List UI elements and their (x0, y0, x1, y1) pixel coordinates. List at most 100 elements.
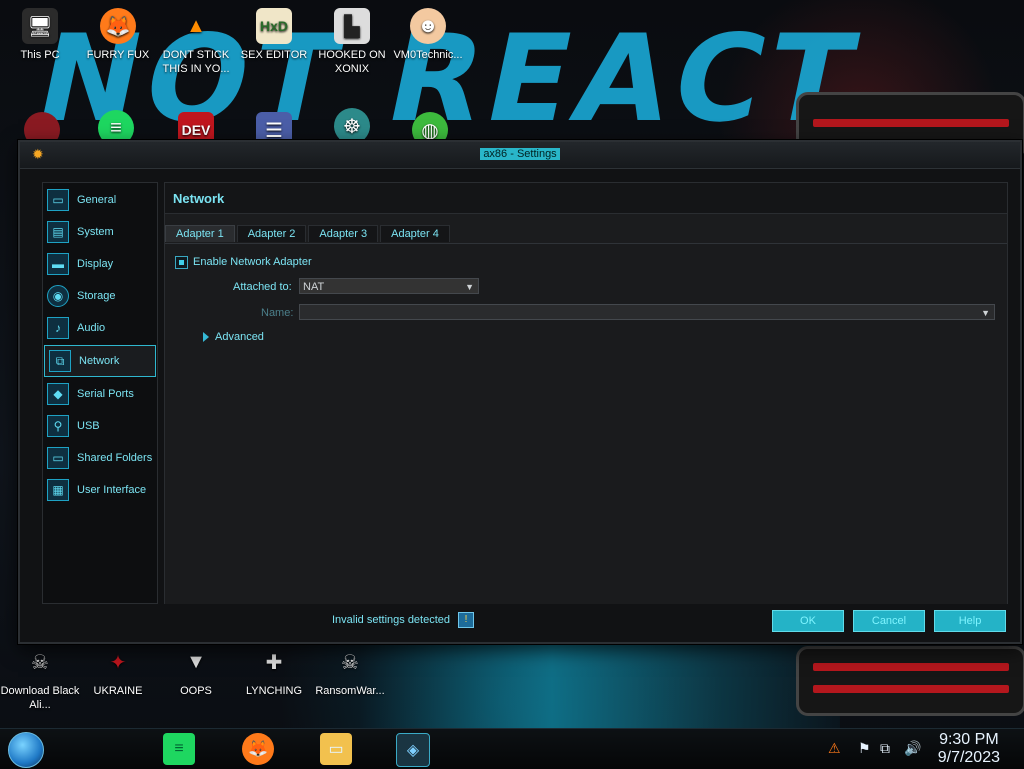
tab-adapter-1[interactable]: Adapter 1 (165, 225, 235, 242)
tab-adapter-2[interactable]: Adapter 2 (236, 225, 307, 242)
virtualbox-icon[interactable]: ◈ (396, 733, 430, 767)
flag-icon[interactable]: ⚑ (858, 740, 871, 757)
tab-adapter-3[interactable]: Adapter 3 (308, 225, 379, 242)
firefox-icon[interactable]: 🦊 (242, 733, 274, 765)
desktop-icon-label: LYNCHING (245, 685, 303, 697)
cancel-button[interactable]: Cancel (853, 610, 925, 632)
computer-icon: 🖥 (22, 8, 58, 44)
name-select[interactable]: ▼ (299, 304, 995, 320)
sidebar-item-serial-ports[interactable]: ◆ Serial Ports (43, 379, 157, 409)
sidebar-item-label: System (77, 226, 114, 238)
serial-ports-icon: ◆ (47, 383, 69, 405)
status-message: Invalid settings detected (332, 614, 451, 626)
desktop-icon-label: RansomWar... (315, 685, 385, 697)
sidebar-item-audio[interactable]: ♪ Audio (43, 313, 157, 343)
desktop-icon-label: HOOKED ON XONIX (318, 49, 386, 75)
sidebar-item-display[interactable]: ▬ Display (43, 249, 157, 279)
adapter-panel: Enable Network Adapter Attached to: NAT … (165, 243, 1007, 604)
window-title: ax86 - Settings (480, 148, 560, 160)
chevron-down-icon: ▼ (465, 282, 474, 292)
clock-date: 9/7/2023 (937, 749, 1000, 766)
desktop-icon-sex-editor[interactable]: HxD SEX EDITOR (234, 8, 314, 62)
sidebar-item-label: General (77, 194, 117, 206)
desktop-icon-label: UKRAINE (93, 685, 143, 697)
desktop-icon-ransomware[interactable]: ☠ RansomWar... (310, 644, 390, 698)
desktop-icon-oops[interactable]: ▼ OOPS (156, 644, 236, 698)
section-title: Network (173, 191, 225, 206)
tab-adapter-4[interactable]: Adapter 4 (380, 225, 450, 242)
tray-app-icon[interactable]: ⚠ (828, 740, 841, 757)
gecko-icon: ☸ (334, 108, 370, 144)
sidebar-item-network[interactable]: ⧉ Network (44, 345, 156, 377)
window-title-wrap: ax86 - Settings (20, 148, 1020, 160)
desktop-icon-dont-stick[interactable]: ▲ DONT STICK THIS IN YO... (156, 8, 236, 76)
desktop-icon-label: OOPS (180, 685, 212, 697)
adapter-tabs: Adapter 1 Adapter 2 Adapter 3 Adapter 4 (165, 225, 452, 243)
spotify-icon[interactable]: ≡ (163, 733, 195, 765)
display-icon: ▬ (47, 253, 69, 275)
sidebar-item-label: Audio (77, 322, 106, 334)
sidebar-item-label: Serial Ports (77, 388, 134, 400)
start-button[interactable] (8, 732, 44, 768)
wallpaper-stripe (360, 640, 840, 730)
game-icon: ▙ (334, 8, 370, 44)
sidebar-item-general[interactable]: ▭ General (43, 185, 157, 215)
hxd-icon: HxD (256, 8, 292, 44)
vlc-icon: ▲ (186, 14, 206, 37)
desktop-icon-furry-fux[interactable]: 🦊 FURRY FUX (78, 8, 158, 62)
firefox-icon: 🦊 (100, 8, 136, 44)
sidebar-item-usb[interactable]: ⚲ USB (43, 411, 157, 441)
expand-arrow-icon[interactable] (203, 332, 209, 342)
enable-adapter-checkbox[interactable] (175, 256, 188, 269)
settings-window: ✹ ax86 - Settings ▭ General ▤ System ▬ D… (18, 140, 1022, 644)
attached-to-label: Attached to: (233, 281, 292, 293)
sidebar-item-shared-folders[interactable]: ▭ Shared Folders (43, 443, 157, 473)
advanced-toggle[interactable]: Advanced (215, 331, 264, 343)
user-interface-icon: ▦ (47, 479, 69, 501)
file-explorer-icon[interactable]: ▭ (320, 733, 352, 765)
sidebar-item-label: Storage (77, 290, 116, 302)
storage-icon: ◉ (47, 285, 69, 307)
help-button[interactable]: Help (934, 610, 1006, 632)
warning-icon[interactable]: ! (458, 612, 474, 628)
desktop-icon-hooked-on-xonix[interactable]: ▙ HOOKED ON XONIX (312, 8, 392, 76)
general-icon: ▭ (47, 189, 69, 211)
sidebar-item-storage[interactable]: ◉ Storage (43, 281, 157, 311)
section-header: Network (165, 183, 1007, 214)
desktop-icon-label: Download Black Ali... (0, 685, 80, 711)
clock-time: 9:30 PM (939, 731, 999, 748)
title-bar[interactable]: ✹ ax86 - Settings (20, 142, 1020, 169)
desktop-icon-label: FURRY FUX (86, 49, 150, 61)
skull-icon: ☠ (31, 651, 49, 674)
attached-to-select[interactable]: NAT ▼ (299, 278, 479, 294)
attached-to-value: NAT (303, 281, 325, 293)
desktop-icon-download-black-ali[interactable]: ☠ Download Black Ali... (0, 644, 80, 712)
usb-icon: ⚲ (47, 415, 69, 437)
doctor-icon: ☻ (410, 8, 446, 44)
sidebar-item-system[interactable]: ▤ System (43, 217, 157, 247)
sidebar-item-label: Shared Folders (77, 452, 153, 464)
settings-sidebar: ▭ General ▤ System ▬ Display ◉ Storage ♪… (42, 182, 158, 604)
name-label: Name: (261, 307, 294, 319)
desktop-icon-label: This PC (20, 49, 60, 61)
desktop-icon-this-pc[interactable]: 🖥 This PC (0, 8, 80, 62)
wallpaper-hud-bottom (796, 646, 1024, 716)
sidebar-item-label: USB (77, 420, 100, 432)
clock[interactable]: 9:30 PM 9/7/2023 (938, 731, 1000, 767)
desktop-icon-label: SEX EDITOR (240, 49, 308, 61)
ok-button[interactable]: OK (772, 610, 844, 632)
enable-adapter-label: Enable Network Adapter (193, 256, 312, 268)
desktop-icon-label: VM0Technic... (393, 49, 463, 61)
sidebar-item-label: User Interface (77, 484, 147, 496)
volume-icon[interactable]: 🔊 (904, 740, 921, 757)
desktop-icon-label: DONT STICK THIS IN YO... (162, 49, 230, 75)
skull-robot-icon: ☠ (341, 651, 359, 674)
desktop-icon-vm0technic[interactable]: ☻ VM0Technic... (388, 8, 468, 62)
lynching-icon: ✚ (265, 651, 283, 674)
sidebar-item-label: Display (77, 258, 114, 270)
desktop-icon-ukraine[interactable]: ✦ UKRAINE (78, 644, 158, 698)
sidebar-item-user-interface[interactable]: ▦ User Interface (43, 475, 157, 505)
desktop-icon-lynching[interactable]: ✚ LYNCHING (234, 644, 314, 698)
settings-content: Network Adapter 1 Adapter 2 Adapter 3 Ad… (164, 182, 1008, 604)
network-tray-icon[interactable]: ⧉ (880, 740, 890, 757)
